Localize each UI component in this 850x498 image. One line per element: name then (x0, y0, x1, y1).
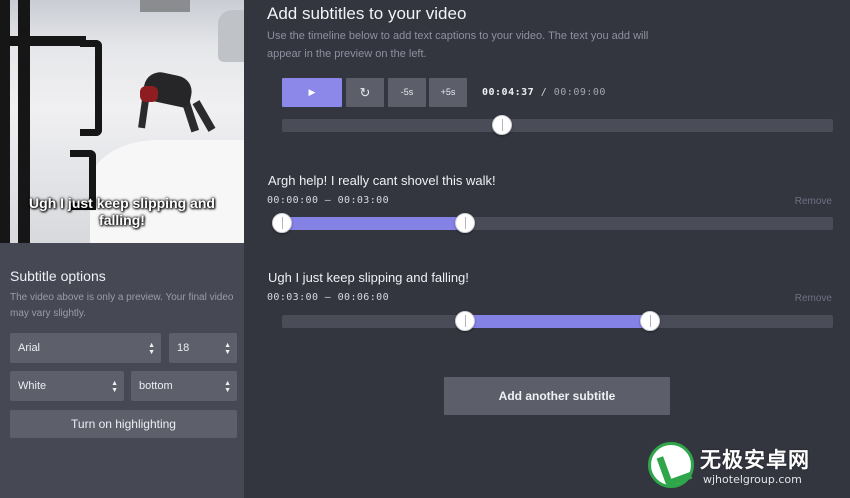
add-another-subtitle-button[interactable]: Add another subtitle (444, 377, 670, 415)
right-panel: Add subtitles to your video Use the time… (252, 0, 850, 498)
subtitle-2-timeline[interactable] (282, 311, 833, 331)
size-select-value: 18 (177, 342, 190, 354)
position-select[interactable]: bottom ▲ ▼ (131, 371, 237, 401)
scene-car-roof (140, 0, 190, 12)
watermark: 无极安卓网 wjhotelgroup.com (648, 436, 848, 496)
select-arrows-icon: ▲ ▼ (224, 342, 231, 356)
subtitle-2-text[interactable]: Ugh I just keep slipping and falling! (268, 270, 469, 285)
color-select-value: White (18, 380, 47, 392)
playback-timeline[interactable] (282, 115, 833, 135)
playhead-handle[interactable] (492, 115, 513, 135)
subtitle-1-remove-link[interactable]: Remove (795, 196, 832, 207)
total-time: 00:09:00 (553, 87, 606, 98)
video-preview[interactable]: Ugh I just keep slipping and falling! (0, 0, 244, 243)
replay-button[interactable]: ↻ (346, 78, 384, 107)
watermark-url: wjhotelgroup.com (703, 473, 802, 486)
caption-preview: Ugh I just keep slipping and falling! (29, 195, 215, 228)
play-button[interactable]: ▶ (282, 78, 342, 107)
wjhotelgroup-logo-icon (648, 442, 694, 488)
subtitle-1-timeline[interactable] (272, 213, 833, 233)
subtitle-options-note: The video above is only a preview. Your … (10, 292, 234, 319)
scene-parked-car (218, 10, 244, 62)
scene-person-arm (138, 99, 149, 129)
back-5s-button[interactable]: -5s (388, 78, 426, 107)
current-time: 00:04:37 (482, 87, 535, 98)
subtitle-options-title: Subtitle options (10, 268, 106, 284)
subtitle-1-range-fill (282, 217, 466, 230)
subtitle-1-end-handle[interactable] (455, 213, 476, 233)
replay-icon: ↻ (359, 85, 371, 100)
select-arrows-icon: ▲ ▼ (111, 380, 118, 394)
subtitle-2-end-handle[interactable] (639, 311, 660, 331)
font-select[interactable]: Arial ▲ ▼ (10, 333, 161, 363)
turn-on-highlighting-button[interactable]: Turn on highlighting (10, 410, 237, 438)
page-title: Add subtitles to your video (267, 4, 467, 23)
subtitle-2-range-fill (465, 315, 650, 328)
forward-5s-button[interactable]: +5s (429, 78, 467, 107)
subtitle-1-start-handle[interactable] (272, 213, 292, 233)
subtitle-2-range: 00:03:00 – 00:06:00 (267, 292, 389, 303)
subtitle-1-text[interactable]: Argh help! I really cant shovel this wal… (268, 173, 496, 188)
subtitle-2-remove-link[interactable]: Remove (795, 293, 832, 304)
scene-person-red-detail (140, 86, 158, 102)
select-arrows-icon: ▲ ▼ (224, 380, 231, 394)
play-icon: ▶ (308, 87, 316, 97)
time-readout: 00:04:37 / 00:09:00 (482, 87, 606, 98)
subtitle-1-range: 00:00:00 – 00:03:00 (267, 195, 389, 206)
color-select[interactable]: White ▲ ▼ (10, 371, 124, 401)
subtitle-2-start-handle[interactable] (455, 311, 476, 331)
time-separator: / (540, 87, 548, 98)
scene-post-hook (80, 40, 102, 136)
size-select[interactable]: 18 ▲ ▼ (169, 333, 237, 363)
page-description: Use the timeline below to add text capti… (267, 30, 649, 60)
position-select-value: bottom (139, 380, 173, 392)
watermark-name: 无极安卓网 (700, 448, 810, 472)
left-panel: Ugh I just keep slipping and falling! Su… (0, 0, 244, 498)
font-select-value: Arial (18, 342, 41, 354)
select-arrows-icon: ▲ ▼ (148, 342, 155, 356)
